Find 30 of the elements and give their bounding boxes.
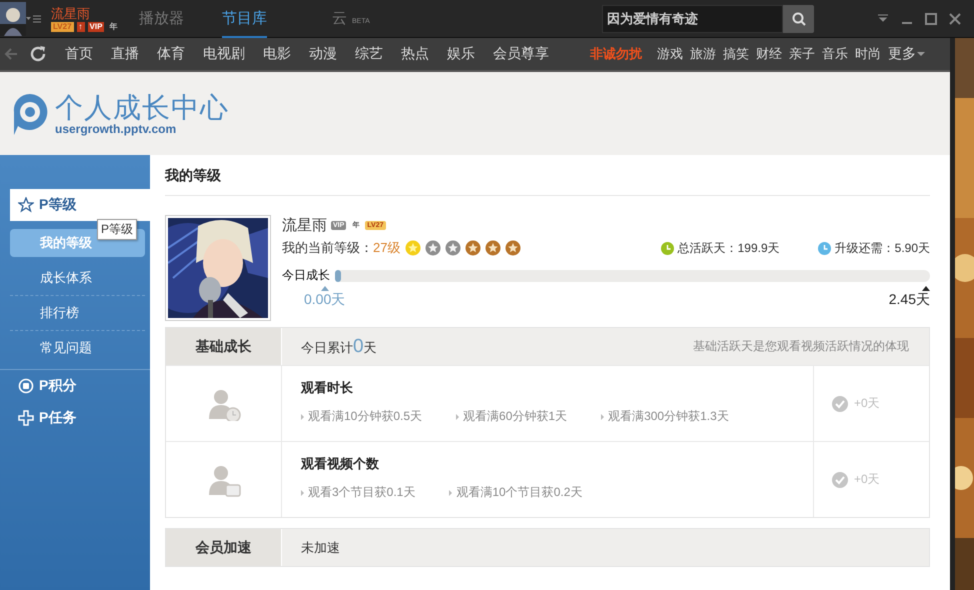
tooltip: P等级 xyxy=(97,219,138,240)
site-title: 个人成长中心 xyxy=(55,92,229,124)
section-note: 基础活跃天是您观看视频活跃情况的体现 xyxy=(693,338,909,355)
task-item: 观看满300分钟获1.3天 xyxy=(608,408,729,425)
section-title: 基础成长 xyxy=(166,328,282,365)
username: 流星雨 xyxy=(282,216,327,234)
level-value: 27级 xyxy=(373,239,400,257)
stat-text: 升级还需：5.90天 xyxy=(834,240,930,256)
level-badge: LV27 xyxy=(51,22,74,32)
summary-text: 今日累计0天 xyxy=(301,336,377,358)
year-label: 年 xyxy=(108,22,118,32)
reward-text: +0天 xyxy=(854,471,880,488)
start-value: 0.00天 xyxy=(304,291,346,309)
summary-text: 未加速 xyxy=(301,538,340,556)
task-item: 观看3个节目获0.1天 xyxy=(308,484,416,501)
task-item: 观看满60分钟获1天 xyxy=(463,408,568,425)
task-item: 观看满10分钟获0.5天 xyxy=(308,408,422,425)
level-label: 我的当前等级： xyxy=(282,239,373,257)
reward-text: +0天 xyxy=(854,395,880,412)
task-item: 观看满10个节目获0.2天 xyxy=(456,484,582,501)
task-title: 观看视频个数 xyxy=(301,455,380,473)
section-title: 会员加速 xyxy=(166,529,282,566)
task-title: 观看时长 xyxy=(301,379,354,397)
section-heading: 我的等级 xyxy=(165,155,930,196)
site-url: usergrowth.pptv.com xyxy=(55,122,178,136)
upgrade-badge: ↑ xyxy=(76,22,85,32)
progress-label: 今日成长 xyxy=(282,267,330,284)
vip-badge: VIP xyxy=(88,22,104,32)
end-value: 2.45天 xyxy=(888,291,930,309)
stat-text: 总活跃天：199.9天 xyxy=(678,240,780,256)
